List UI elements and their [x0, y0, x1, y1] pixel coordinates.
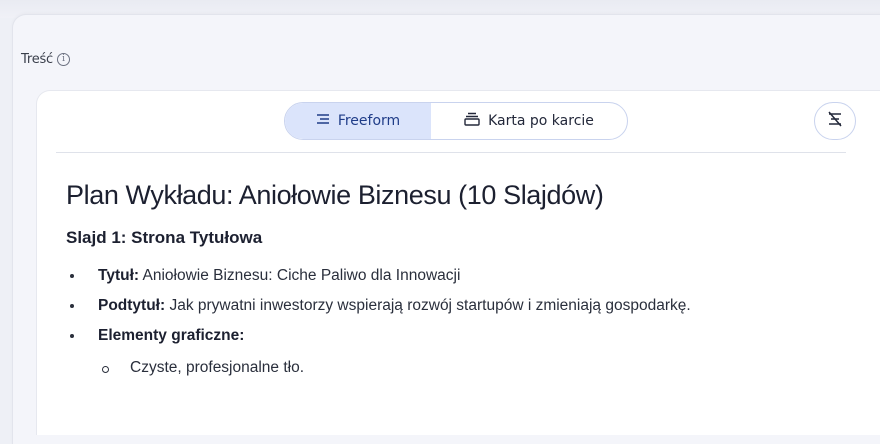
- list-item: Elementy graficzne: Czyste, profesjonaln…: [66, 324, 826, 380]
- list-item: Tytuł: Aniołowie Biznesu: Ciche Paliwo d…: [66, 264, 826, 288]
- card-stack-icon: [464, 112, 480, 130]
- sub-bullet-list: Czyste, profesjonalne tło.: [98, 356, 826, 380]
- sub-list-item: Czyste, profesjonalne tło.: [98, 356, 826, 380]
- info-circle-icon[interactable]: i: [57, 53, 71, 66]
- freeform-label: Freeform: [337, 113, 401, 129]
- card-by-card-toggle-button[interactable]: Karta po karcie: [431, 103, 627, 139]
- document-title: Plan Wykładu: Aniołowie Biznesu (10 Slaj…: [66, 180, 604, 210]
- list-item-text: Aniołowie Biznesu: Ciche Paliwo dla Inno…: [139, 267, 461, 284]
- list-item-label: Elementy graficzne:: [98, 327, 245, 344]
- toolbar-divider: [56, 152, 846, 153]
- view-mode-toggle: Freeform Karta po karcie: [284, 102, 628, 140]
- card-by-card-label: Karta po karcie: [488, 113, 594, 129]
- section-label-text: Treść: [21, 52, 54, 67]
- list-item-label: Podtytuł:: [98, 297, 166, 314]
- slide-bullet-list: Tytuł: Aniołowie Biznesu: Ciche Paliwo d…: [66, 264, 826, 386]
- align-lines-icon: [316, 113, 330, 129]
- section-label: Treść i: [21, 52, 71, 67]
- freeform-toggle-button[interactable]: Freeform: [285, 103, 431, 139]
- clear-formatting-button[interactable]: [814, 102, 856, 140]
- list-item: Podtytuł: Jak prywatni inwestorzy wspier…: [66, 294, 826, 318]
- clear-formatting-icon: [826, 111, 844, 131]
- slide-heading: Slajd 1: Strona Tytułowa: [66, 228, 263, 247]
- list-item-text: Jak prywatni inwestorzy wspierają rozwój…: [165, 297, 691, 314]
- list-item-label: Tytuł:: [98, 267, 140, 284]
